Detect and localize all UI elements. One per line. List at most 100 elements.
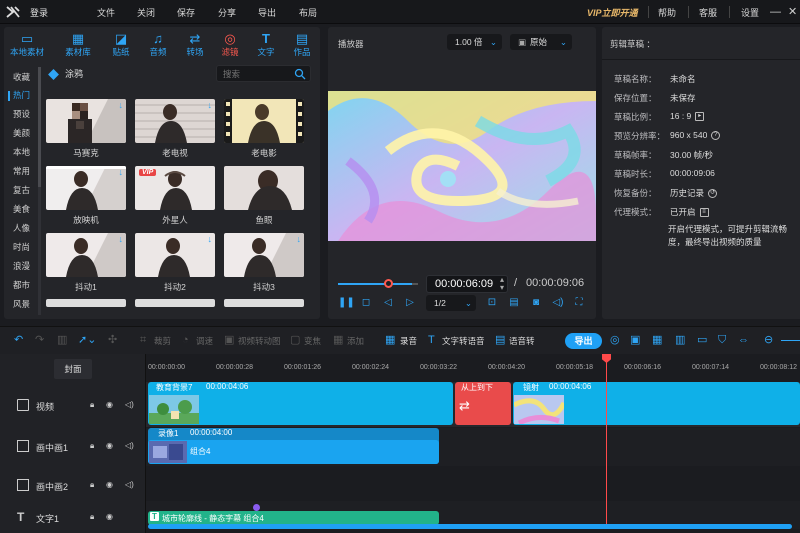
login-button[interactable]: 登录 [30,6,48,19]
video-to-gif-button[interactable]: 视频转动图 [238,335,281,347]
proxy-settings-icon[interactable]: ≡ [699,208,709,218]
settings-link[interactable]: 设置 [741,6,759,19]
search-input[interactable] [223,69,293,79]
zoom-button[interactable]: 变焦 [304,335,321,347]
menu-share[interactable]: 分享 [218,6,236,19]
expand-icon[interactable]: ⇔ [738,334,749,346]
zoom-slider[interactable] [781,340,800,341]
eye-icon[interactable]: ◉ [106,480,113,489]
speed-button[interactable]: 调速 [196,335,213,347]
menu-save[interactable]: 保存 [177,6,195,19]
download-icon[interactable]: ↓ [119,100,124,110]
fullscreen-icon[interactable]: ⛶ [573,297,585,309]
volume-icon[interactable]: ◁) [552,297,564,309]
lock-icon[interactable]: 🔒︎ [90,512,94,522]
category-portrait[interactable]: 人像 [13,222,30,234]
category-local[interactable]: 本地 [13,146,30,158]
menu-layout[interactable]: 布局 [299,6,317,19]
record-button[interactable]: 录音 [400,335,417,347]
undo-icon[interactable]: ↶ [14,334,23,346]
tab-stickers[interactable]: ◪ 贴纸 [102,29,140,59]
filter-thumb-old-tv[interactable]: ↓ [135,99,215,143]
cover-button[interactable]: 封面 [54,359,92,379]
tab-local-media[interactable]: ▭ 本地素材 [8,29,46,59]
filter-thumb-alien[interactable]: VIP [135,166,215,210]
snapshot-icon[interactable]: ◙ [530,297,542,309]
eye-icon[interactable]: ◉ [106,512,113,521]
download-icon[interactable]: ↓ [297,234,302,244]
time-stepper[interactable]: ▴ ▾ [500,276,504,292]
split-icon[interactable]: ✣ [108,334,117,346]
shield-icon[interactable]: ⛉ [718,334,726,346]
lock-icon[interactable]: 🔒︎ [90,441,94,451]
category-beauty[interactable]: 美颜 [13,127,30,139]
keyframe-marker[interactable] [253,504,260,511]
filter-thumb-old-film[interactable] [224,99,304,143]
fit-icon[interactable]: ▣ [630,334,640,346]
menu-export[interactable]: 导出 [258,6,276,19]
layout-icon[interactable]: ▥ [675,334,685,346]
prev-frame-icon[interactable]: ◁ [382,297,394,309]
preview-quality-select[interactable]: 1/2 ⌄ [426,295,476,311]
aspect-select[interactable]: ▣ 原始 ⌄ [510,34,572,50]
volume-icon[interactable]: ◁) [125,400,134,409]
tab-text[interactable]: T 文字 [247,29,285,59]
tab-works[interactable]: ▤ 作品 [283,29,321,59]
help-link[interactable]: 帮助 [658,6,676,19]
stop-icon[interactable]: ◻ [360,297,372,309]
search-icon[interactable] [294,68,306,80]
history-link[interactable]: 历史记录 ↺ [670,187,718,199]
playback-scrubber[interactable] [384,279,393,288]
eye-icon[interactable]: ◉ [106,441,113,450]
minimize-icon[interactable]: — [770,5,781,19]
tab-filters[interactable]: ◎ 滤镜 [211,29,249,59]
filter-thumb-shake3[interactable]: ↓ [224,233,304,277]
select-pointer-icon[interactable]: ➚⌄ [78,334,96,346]
category-favorites[interactable]: 收藏 [13,71,30,83]
redo-icon[interactable]: ↷ [35,334,44,346]
volume-icon[interactable]: ◁) [125,441,134,450]
export-button[interactable]: 导出 [565,333,602,349]
video-clip-2[interactable]: 镜射 00:00:04:06 [513,382,800,425]
crop-button[interactable]: 裁剪 [154,335,171,347]
category-preset[interactable]: 预设 [13,108,30,120]
eye-icon[interactable]: ◉ [106,400,113,409]
next-frame-icon[interactable]: ▷ [404,297,416,309]
category-food[interactable]: 美食 [13,203,30,215]
video-preview[interactable] [328,91,596,241]
fit-screen-icon[interactable]: ⊡ [486,297,498,309]
text-to-speech-button[interactable]: 文字转语音 [442,335,485,347]
download-icon[interactable]: ↓ [208,100,213,110]
filter-thumb-projector[interactable]: ↓ [46,166,126,210]
category-fashion[interactable]: 时尚 [13,241,30,253]
transition-clip[interactable]: 从上到下 ⇄ [455,382,511,425]
category-romance[interactable]: 浪漫 [13,260,30,272]
add-button[interactable]: 添加 [347,335,364,347]
filter-thumb-shake2[interactable]: ↓ [135,233,215,277]
speed-select[interactable]: 1.00 倍 ⌄ [447,34,502,50]
subtitle-icon[interactable]: ▤ [508,297,520,309]
lock-icon[interactable]: 🔒︎ [90,480,94,490]
play-icon[interactable]: ❚❚ [338,297,355,309]
help-icon[interactable]: ? [711,131,721,141]
filter-thumb-shake1[interactable]: ↓ [46,233,126,277]
zoom-out-icon[interactable]: ⊖ [764,334,773,346]
category-retro[interactable]: 复古 [13,184,30,196]
speech-to-text-button[interactable]: 语音转 [509,335,535,347]
tab-audio[interactable]: ♫ 音频 [139,29,177,59]
play-small-icon[interactable]: ▸ [695,112,705,122]
playback-progress[interactable] [338,283,412,285]
timeline-scrollbar[interactable] [148,524,792,529]
close-icon[interactable]: ✕ [788,5,797,19]
volume-icon[interactable]: ◁) [125,480,134,489]
menu-close[interactable]: 关闭 [137,6,155,19]
clip-icon[interactable]: ▭ [697,334,707,346]
category-city[interactable]: 都市 [13,279,30,291]
tab-media-library[interactable]: ▦ 素材库 [59,29,97,59]
vip-upgrade-link[interactable]: VIP立即开通 [587,6,638,19]
text-clip[interactable]: T 城市轮廓线 - 静态字幕 组合4 [148,511,439,525]
pip-group-clip[interactable]: 组合4 [148,440,439,464]
download-icon[interactable]: ↓ [119,167,124,177]
filter-thumb-fisheye[interactable] [224,166,304,210]
video-clip-1[interactable]: 教育背景7 00:00:04:06 [148,382,453,425]
